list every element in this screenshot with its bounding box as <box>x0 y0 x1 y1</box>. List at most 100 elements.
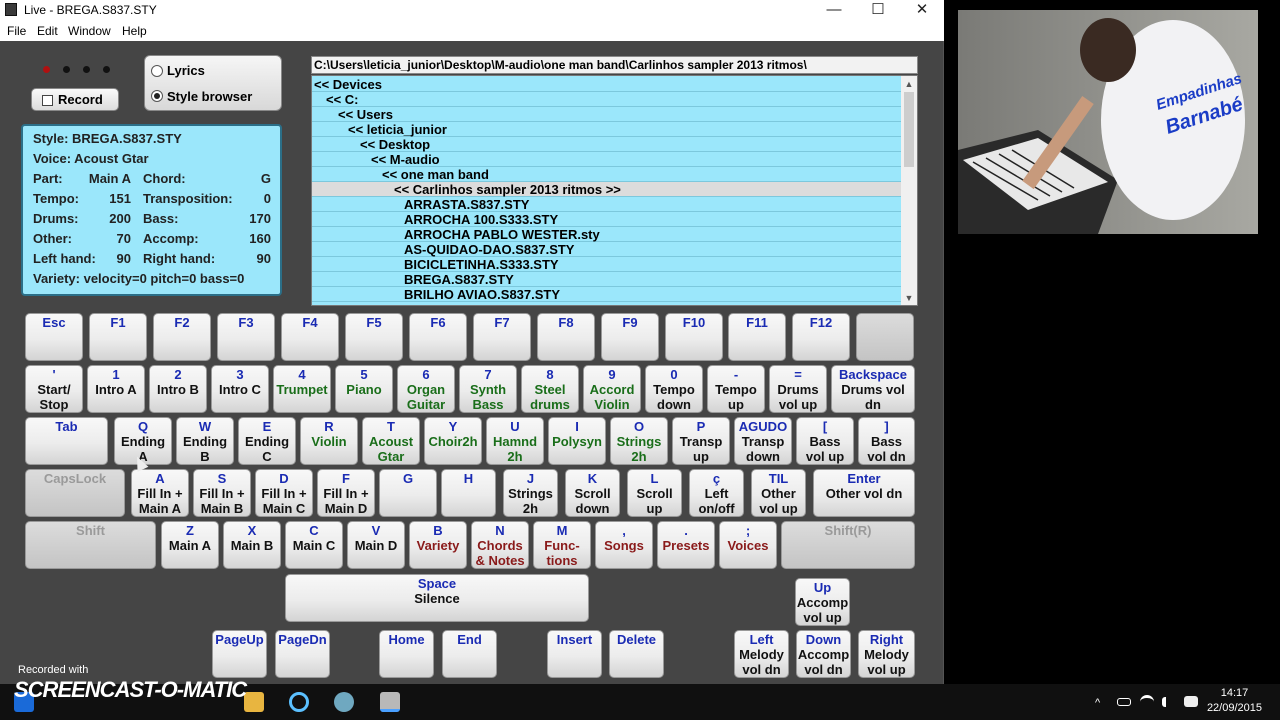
key-f[interactable]: F Fill In + Main D <box>317 469 375 517</box>
style-file-item[interactable]: BREGA.S837.STY <box>312 272 902 287</box>
record-checkbox[interactable] <box>42 95 53 106</box>
key-d7[interactable]: 7 Synth Bass <box>459 365 517 413</box>
key-d9[interactable]: 9 Accord Violin <box>583 365 641 413</box>
key-enter[interactable]: Enter Other vol dn <box>813 469 915 517</box>
key-d2[interactable]: 2 Intro B <box>149 365 207 413</box>
tray-chevron-icon[interactable]: ^ <box>1095 697 1107 709</box>
key-v[interactable]: V Main D <box>347 521 405 569</box>
style-file-item[interactable]: BICICLETINHA.S333.STY <box>312 257 902 272</box>
key-end[interactable]: End <box>442 630 497 678</box>
maximize-button[interactable]: ☐ <box>856 0 900 20</box>
app-shortcut-icon[interactable] <box>334 692 354 712</box>
close-button[interactable]: ✕ <box>900 0 944 20</box>
key-down[interactable]: Down Accomp vol dn <box>796 630 851 678</box>
key-g[interactable]: G <box>379 469 437 517</box>
folder-nav-item[interactable]: << Desktop <box>312 137 902 152</box>
key-equal[interactable]: = Drums vol up <box>769 365 827 413</box>
key-d5[interactable]: 5 Piano <box>335 365 393 413</box>
key-rbracket[interactable]: ] Bass vol dn <box>858 417 915 465</box>
key-right[interactable]: Right Melody vol up <box>858 630 915 678</box>
key-d0[interactable]: 0 Tempo down <box>645 365 703 413</box>
battery-icon[interactable] <box>1117 698 1131 706</box>
key-a[interactable]: A Fill In + Main A <box>131 469 189 517</box>
browser-icon[interactable] <box>289 692 309 712</box>
key-comma[interactable]: , Songs <box>595 521 653 569</box>
key-x[interactable]: X Main B <box>223 521 281 569</box>
menu-file[interactable]: File <box>7 24 26 38</box>
key-d8[interactable]: 8 Steel drums <box>521 365 579 413</box>
key-h[interactable]: H <box>441 469 496 517</box>
menu-edit[interactable]: Edit <box>37 24 58 38</box>
key-f7[interactable]: F7 <box>473 313 531 361</box>
folder-nav-item[interactable]: << leticia_junior <box>312 122 902 137</box>
key-u[interactable]: U Hamnd 2h <box>486 417 544 465</box>
key-lbracket[interactable]: [Bass vol up <box>796 417 854 465</box>
key-e[interactable]: E Ending C <box>238 417 296 465</box>
folder-nav-item[interactable]: << M-audio <box>312 152 902 167</box>
style-file-item[interactable]: BRILHO AVIAO.S837.STY <box>312 287 902 302</box>
key-agudo[interactable]: AGUDO Transp down <box>734 417 792 465</box>
key-left[interactable]: Left Melody vol dn <box>734 630 789 678</box>
folder-nav-item[interactable]: << Users <box>312 107 902 122</box>
key-f8[interactable]: F8 <box>537 313 595 361</box>
key-s[interactable]: S Fill In + Main B <box>193 469 251 517</box>
key-tab[interactable]: Tab <box>25 417 108 465</box>
key-d1[interactable]: 1 Intro A <box>87 365 145 413</box>
key-d[interactable]: D Fill In + Main C <box>255 469 313 517</box>
key-z[interactable]: Z Main A <box>161 521 219 569</box>
style-file-item[interactable]: ARROCHA PABLO WESTER.sty <box>312 227 902 242</box>
scroll-thumb[interactable] <box>904 92 914 167</box>
key-p[interactable]: P Transp up <box>672 417 730 465</box>
key-r[interactable]: R Violin <box>300 417 358 465</box>
key-t[interactable]: T Acoust Gtar <box>362 417 420 465</box>
menu-window[interactable]: Window <box>68 24 111 38</box>
key-apos[interactable]: ' Start/ Stop <box>25 365 83 413</box>
key-delete[interactable]: Delete <box>609 630 664 678</box>
volume-icon[interactable] <box>1162 697 1174 707</box>
key-f10[interactable]: F10 <box>665 313 723 361</box>
folder-nav-item[interactable]: << Devices <box>312 77 902 92</box>
key-period[interactable]: . Presets <box>657 521 715 569</box>
key-d4[interactable]: 4 Trumpet <box>273 365 331 413</box>
key-k[interactable]: K Scroll down <box>565 469 620 517</box>
key-home[interactable]: Home <box>379 630 434 678</box>
clock[interactable]: 14:17 22/09/2015 <box>1207 686 1262 716</box>
key-cedil[interactable]: ç Left on/off <box>689 469 744 517</box>
key-minus[interactable]: - Tempo up <box>707 365 765 413</box>
key-o[interactable]: O Strings 2h <box>610 417 668 465</box>
key-til[interactable]: TIL Other vol up <box>751 469 806 517</box>
key-insert[interactable]: Insert <box>547 630 602 678</box>
notifications-icon[interactable] <box>1184 696 1198 707</box>
key-esc[interactable]: Esc <box>25 313 83 361</box>
key-f6[interactable]: F6 <box>409 313 467 361</box>
wifi-icon[interactable] <box>1140 695 1154 709</box>
key-i[interactable]: I Polysyn <box>548 417 606 465</box>
style-file-item[interactable]: ARRASTA.S837.STY <box>312 197 902 212</box>
key-c[interactable]: C Main C <box>285 521 343 569</box>
folder-nav-item[interactable]: << C: <box>312 92 902 107</box>
key-y[interactable]: Y Choir2h <box>424 417 482 465</box>
key-semicolon[interactable]: ; Voices <box>719 521 777 569</box>
style-browser-list[interactable]: << Devices << C: << Users << leticia_junior… <box>311 75 918 306</box>
key-f2[interactable]: F2 <box>153 313 211 361</box>
key-f5[interactable]: F5 <box>345 313 403 361</box>
style-file-item[interactable]: AS-QUIDAO-DAO.S837.STY <box>312 242 902 257</box>
scroll-down-icon[interactable]: ▼ <box>901 293 917 303</box>
key-up[interactable]: Up Accomp vol up <box>795 578 850 626</box>
key-f12[interactable]: F12 <box>792 313 850 361</box>
scroll-up-icon[interactable]: ▲ <box>901 79 917 89</box>
key-f11[interactable]: F11 <box>728 313 786 361</box>
key-f9[interactable]: F9 <box>601 313 659 361</box>
key-d3[interactable]: 3 Intro C <box>211 365 269 413</box>
live-app-icon[interactable] <box>380 692 400 712</box>
key-w[interactable]: W Ending B <box>176 417 234 465</box>
style-file-item[interactable]: BULACAO.S837.STY <box>312 302 902 305</box>
key-pagedn[interactable]: PageDn <box>275 630 330 678</box>
scrollbar[interactable]: ▲ ▼ <box>901 76 917 305</box>
key-l[interactable]: L Scroll up <box>627 469 682 517</box>
style-browser-radio[interactable] <box>151 90 163 102</box>
record-button[interactable]: Record <box>31 88 119 111</box>
folder-nav-item[interactable]: << one man band <box>312 167 902 182</box>
style-file-item[interactable]: ARROCHA 100.S333.STY <box>312 212 902 227</box>
key-backspace[interactable]: Backspace Drums vol dn <box>831 365 915 413</box>
